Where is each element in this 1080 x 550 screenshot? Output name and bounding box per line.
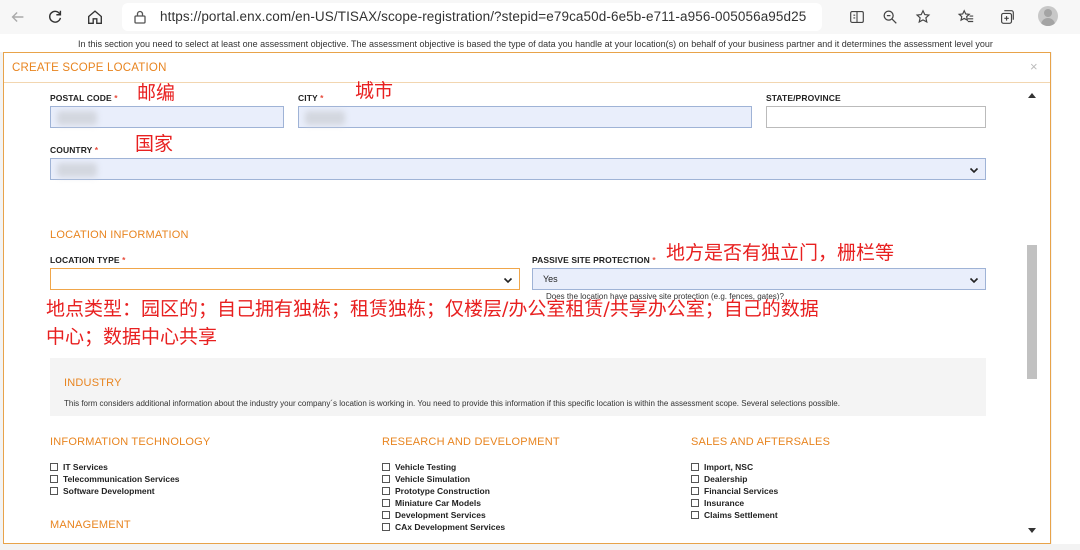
url-text: https://portal.enx.com/en-US/TISAX/scope… (160, 9, 807, 24)
industry-title: INDUSTRY (64, 377, 122, 389)
checkbox-development-services[interactable]: Development Services (382, 509, 486, 520)
postal-code-input[interactable] (50, 106, 284, 128)
annotation-passive: 地方是否有独立门，栅栏等 (666, 242, 895, 264)
checkbox-insurance[interactable]: Insurance (691, 497, 744, 508)
checkbox-vehicle-testing[interactable]: Vehicle Testing (382, 461, 456, 472)
checkbox-it-services[interactable]: IT Services (50, 461, 108, 472)
favorites-icon[interactable] (955, 6, 977, 28)
location-information-title: LOCATION INFORMATION (50, 229, 189, 241)
checkbox-claims-settlement[interactable]: Claims Settlement (691, 509, 778, 520)
annotation-country: 国家 (135, 133, 174, 155)
annotation-city: 城市 (355, 80, 394, 102)
home-icon[interactable] (83, 5, 107, 29)
checkbox-box[interactable] (382, 510, 390, 519)
checkbox-box[interactable] (50, 474, 58, 483)
chevron-down-icon (969, 167, 979, 174)
country-label: COUNTRY * (50, 145, 99, 155)
intro-text: In this section you need to select at le… (78, 39, 993, 49)
location-type-label: LOCATION TYPE * (50, 255, 126, 265)
checkbox-box[interactable] (382, 462, 390, 471)
checkbox-box[interactable] (382, 486, 390, 495)
annotation-location-type-1: 地点类型：园区的；自己拥有独栋；租赁独栋；仅楼层/办公室租赁/共享办公室；自己的… (46, 298, 819, 320)
state-input[interactable] (766, 106, 986, 128)
checkbox-box[interactable] (691, 498, 699, 507)
modal-title: CREATE SCOPE LOCATION (12, 62, 167, 74)
location-type-select[interactable] (50, 268, 520, 290)
checkbox-box[interactable] (691, 462, 699, 471)
checkbox-box[interactable] (382, 498, 390, 507)
checkbox-financial-services[interactable]: Financial Services (691, 485, 778, 496)
category-title-it: INFORMATION TECHNOLOGY (50, 436, 211, 448)
category-title-rd: RESEARCH AND DEVELOPMENT (382, 436, 560, 448)
annotation-postal: 邮编 (137, 82, 176, 104)
checkbox-box[interactable] (691, 474, 699, 483)
checkbox-prototype-construction[interactable]: Prototype Construction (382, 485, 490, 496)
country-select[interactable] (50, 158, 986, 180)
chevron-down-icon (969, 277, 979, 284)
passive-site-protection-select[interactable]: Yes (532, 268, 986, 290)
passive-site-protection-label: PASSIVE SITE PROTECTION * (532, 255, 656, 265)
profile-avatar[interactable] (1038, 6, 1058, 26)
annotation-location-type-2: 中心；数据中心共享 (46, 326, 218, 348)
category-title-management: MANAGEMENT (50, 519, 131, 531)
address-bar[interactable]: https://portal.enx.com/en-US/TISAX/scope… (122, 3, 822, 31)
industry-description: This form considers additional informati… (64, 399, 840, 408)
state-label: STATE/PROVINCE (766, 93, 841, 103)
checkbox-box[interactable] (691, 486, 699, 495)
close-icon[interactable]: × (1030, 59, 1038, 74)
add-favorite-icon[interactable] (912, 6, 934, 28)
chevron-down-icon (503, 277, 513, 284)
checkbox-software-development[interactable]: Software Development (50, 485, 155, 496)
page-margin (1052, 52, 1080, 544)
scroll-down-arrow-icon[interactable] (1028, 528, 1036, 533)
browser-toolbar: https://portal.enx.com/en-US/TISAX/scope… (0, 0, 1080, 34)
lock-icon (134, 10, 146, 24)
modal-scrollbar[interactable] (1025, 85, 1039, 541)
modal-header: CREATE SCOPE LOCATION × (4, 53, 1050, 83)
city-input[interactable] (298, 106, 752, 128)
reader-mode-icon[interactable] (846, 6, 868, 28)
checkbox-cax-development[interactable]: CAx Development Services (382, 521, 505, 532)
checkbox-miniature-car-models[interactable]: Miniature Car Models (382, 497, 481, 508)
checkbox-telecommunication[interactable]: Telecommunication Services (50, 473, 180, 484)
city-label: CITY * (298, 93, 324, 103)
scroll-up-arrow-icon[interactable] (1028, 93, 1036, 98)
checkbox-vehicle-simulation[interactable]: Vehicle Simulation (382, 473, 470, 484)
checkbox-box[interactable] (50, 486, 58, 495)
postal-code-label: POSTAL CODE * (50, 93, 118, 103)
checkbox-box[interactable] (382, 522, 390, 531)
industry-panel: INDUSTRY This form considers additional … (50, 358, 986, 416)
checkbox-import-nsc[interactable]: Import, NSC (691, 461, 753, 472)
back-arrow-icon[interactable] (6, 5, 30, 29)
refresh-icon[interactable] (43, 5, 67, 29)
checkbox-dealership[interactable]: Dealership (691, 473, 747, 484)
scroll-thumb[interactable] (1027, 245, 1037, 379)
category-title-sales: SALES AND AFTERSALES (691, 436, 831, 448)
create-scope-location-modal: CREATE SCOPE LOCATION × POSTAL CODE * 邮编… (3, 52, 1051, 544)
checkbox-box[interactable] (382, 474, 390, 483)
zoom-icon[interactable] (879, 6, 901, 28)
checkbox-box[interactable] (691, 510, 699, 519)
checkbox-box[interactable] (50, 462, 58, 471)
collections-icon[interactable] (996, 6, 1018, 28)
